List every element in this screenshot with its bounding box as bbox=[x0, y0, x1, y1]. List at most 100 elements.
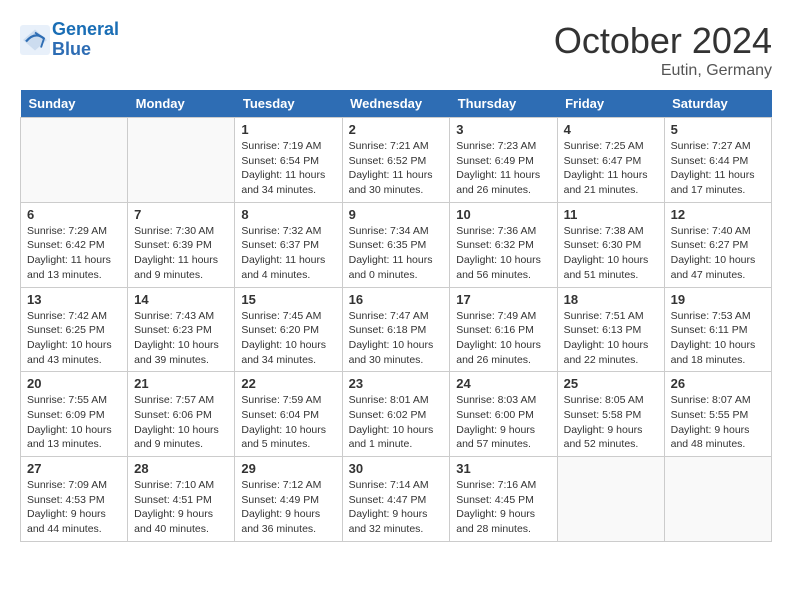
day-info: Sunrise: 7:30 AMSunset: 6:39 PMDaylight:… bbox=[134, 224, 228, 283]
calendar-cell: 20 Sunrise: 7:55 AMSunset: 6:09 PMDayligh… bbox=[21, 372, 128, 457]
day-number: 26 bbox=[671, 376, 765, 391]
calendar-cell: 10 Sunrise: 7:36 AMSunset: 6:32 PMDayligh… bbox=[450, 202, 557, 287]
weekday-header: Friday bbox=[557, 90, 664, 118]
day-info: Sunrise: 7:49 AMSunset: 6:16 PMDaylight:… bbox=[456, 309, 550, 368]
calendar-cell: 1 Sunrise: 7:19 AMSunset: 6:54 PMDaylight… bbox=[235, 118, 342, 203]
day-number: 7 bbox=[134, 207, 228, 222]
day-number: 4 bbox=[564, 122, 658, 137]
day-number: 17 bbox=[456, 292, 550, 307]
month-title: October 2024 bbox=[554, 20, 772, 62]
calendar-cell: 31 Sunrise: 7:16 AMSunset: 4:45 PMDayligh… bbox=[450, 457, 557, 542]
calendar-week-row: 27Sunrise: 7:09 AMSunset: 4:53 PMDayligh… bbox=[21, 457, 772, 542]
calendar-cell: 2 Sunrise: 7:21 AMSunset: 6:52 PMDaylight… bbox=[342, 118, 450, 203]
weekday-header: Monday bbox=[128, 90, 235, 118]
calendar-cell: 12 Sunrise: 7:40 AMSunset: 6:27 PMDayligh… bbox=[664, 202, 771, 287]
day-info: Sunrise: 7:43 AMSunset: 6:23 PMDaylight:… bbox=[134, 309, 228, 368]
calendar-cell: 7 Sunrise: 7:30 AMSunset: 6:39 PMDaylight… bbox=[128, 202, 235, 287]
calendar-cell: 27Sunrise: 7:09 AMSunset: 4:53 PMDayligh… bbox=[21, 457, 128, 542]
calendar-cell: 13 Sunrise: 7:42 AMSunset: 6:25 PMDayligh… bbox=[21, 287, 128, 372]
calendar-week-row: 6Sunrise: 7:29 AMSunset: 6:42 PMDaylight… bbox=[21, 202, 772, 287]
logo-general: General bbox=[52, 19, 119, 39]
day-number: 13 bbox=[27, 292, 121, 307]
weekday-header: Thursday bbox=[450, 90, 557, 118]
day-number: 20 bbox=[27, 376, 121, 391]
day-number: 23 bbox=[349, 376, 444, 391]
day-number: 12 bbox=[671, 207, 765, 222]
calendar-cell: 11 Sunrise: 7:38 AMSunset: 6:30 PMDayligh… bbox=[557, 202, 664, 287]
day-info: Sunrise: 7:12 AMSunset: 4:49 PMDaylight:… bbox=[241, 478, 335, 537]
day-info: Sunrise: 7:23 AMSunset: 6:49 PMDaylight:… bbox=[456, 139, 550, 198]
calendar-cell: 6Sunrise: 7:29 AMSunset: 6:42 PMDaylight… bbox=[21, 202, 128, 287]
day-info: Sunrise: 7:55 AMSunset: 6:09 PMDaylight:… bbox=[27, 393, 121, 452]
calendar-cell: 18 Sunrise: 7:51 AMSunset: 6:13 PMDayligh… bbox=[557, 287, 664, 372]
calendar-cell: 3 Sunrise: 7:23 AMSunset: 6:49 PMDaylight… bbox=[450, 118, 557, 203]
weekday-header: Tuesday bbox=[235, 90, 342, 118]
day-info: Sunrise: 7:10 AMSunset: 4:51 PMDaylight:… bbox=[134, 478, 228, 537]
day-info: Sunrise: 8:07 AMSunset: 5:55 PMDaylight:… bbox=[671, 393, 765, 452]
calendar-cell: 4 Sunrise: 7:25 AMSunset: 6:47 PMDaylight… bbox=[557, 118, 664, 203]
calendar-cell bbox=[128, 118, 235, 203]
day-info: Sunrise: 8:01 AMSunset: 6:02 PMDaylight:… bbox=[349, 393, 444, 452]
page-header: General Blue October 2024 Eutin, Germany bbox=[20, 20, 772, 80]
day-info: Sunrise: 7:09 AMSunset: 4:53 PMDaylight:… bbox=[27, 478, 121, 537]
calendar-cell: 28 Sunrise: 7:10 AMSunset: 4:51 PMDayligh… bbox=[128, 457, 235, 542]
day-info: Sunrise: 7:36 AMSunset: 6:32 PMDaylight:… bbox=[456, 224, 550, 283]
weekday-header: Wednesday bbox=[342, 90, 450, 118]
day-info: Sunrise: 7:45 AMSunset: 6:20 PMDaylight:… bbox=[241, 309, 335, 368]
day-number: 10 bbox=[456, 207, 550, 222]
day-info: Sunrise: 7:53 AMSunset: 6:11 PMDaylight:… bbox=[671, 309, 765, 368]
day-number: 18 bbox=[564, 292, 658, 307]
day-number: 30 bbox=[349, 461, 444, 476]
calendar-cell: 9 Sunrise: 7:34 AMSunset: 6:35 PMDaylight… bbox=[342, 202, 450, 287]
day-number: 9 bbox=[349, 207, 444, 222]
day-number: 3 bbox=[456, 122, 550, 137]
calendar-table: SundayMondayTuesdayWednesdayThursdayFrid… bbox=[20, 90, 772, 542]
location-title: Eutin, Germany bbox=[554, 62, 772, 80]
logo: General Blue bbox=[20, 20, 119, 60]
calendar-cell: 30 Sunrise: 7:14 AMSunset: 4:47 PMDayligh… bbox=[342, 457, 450, 542]
day-number: 19 bbox=[671, 292, 765, 307]
logo-blue: Blue bbox=[52, 39, 91, 59]
calendar-cell: 8Sunrise: 7:32 AMSunset: 6:37 PMDaylight… bbox=[235, 202, 342, 287]
calendar-cell: 22Sunrise: 7:59 AMSunset: 6:04 PMDayligh… bbox=[235, 372, 342, 457]
day-number: 31 bbox=[456, 461, 550, 476]
day-info: Sunrise: 7:27 AMSunset: 6:44 PMDaylight:… bbox=[671, 139, 765, 198]
day-info: Sunrise: 7:14 AMSunset: 4:47 PMDaylight:… bbox=[349, 478, 444, 537]
day-number: 25 bbox=[564, 376, 658, 391]
day-number: 11 bbox=[564, 207, 658, 222]
day-info: Sunrise: 7:38 AMSunset: 6:30 PMDaylight:… bbox=[564, 224, 658, 283]
day-number: 28 bbox=[134, 461, 228, 476]
calendar-cell: 14 Sunrise: 7:43 AMSunset: 6:23 PMDayligh… bbox=[128, 287, 235, 372]
weekday-header-row: SundayMondayTuesdayWednesdayThursdayFrid… bbox=[21, 90, 772, 118]
day-number: 16 bbox=[349, 292, 444, 307]
day-number: 14 bbox=[134, 292, 228, 307]
day-info: Sunrise: 7:57 AMSunset: 6:06 PMDaylight:… bbox=[134, 393, 228, 452]
calendar-cell bbox=[21, 118, 128, 203]
day-info: Sunrise: 7:29 AMSunset: 6:42 PMDaylight:… bbox=[27, 224, 121, 283]
day-info: Sunrise: 7:19 AMSunset: 6:54 PMDaylight:… bbox=[241, 139, 335, 198]
day-info: Sunrise: 7:42 AMSunset: 6:25 PMDaylight:… bbox=[27, 309, 121, 368]
day-info: Sunrise: 7:25 AMSunset: 6:47 PMDaylight:… bbox=[564, 139, 658, 198]
calendar-week-row: 1 Sunrise: 7:19 AMSunset: 6:54 PMDaylight… bbox=[21, 118, 772, 203]
calendar-week-row: 20 Sunrise: 7:55 AMSunset: 6:09 PMDayligh… bbox=[21, 372, 772, 457]
day-number: 2 bbox=[349, 122, 444, 137]
day-number: 5 bbox=[671, 122, 765, 137]
day-number: 29 bbox=[241, 461, 335, 476]
day-info: Sunrise: 7:34 AMSunset: 6:35 PMDaylight:… bbox=[349, 224, 444, 283]
day-info: Sunrise: 7:21 AMSunset: 6:52 PMDaylight:… bbox=[349, 139, 444, 198]
logo-icon bbox=[20, 25, 50, 55]
calendar-cell: 17 Sunrise: 7:49 AMSunset: 6:16 PMDayligh… bbox=[450, 287, 557, 372]
day-info: Sunrise: 8:03 AMSunset: 6:00 PMDaylight:… bbox=[456, 393, 550, 452]
calendar-cell bbox=[557, 457, 664, 542]
calendar-cell: 21Sunrise: 7:57 AMSunset: 6:06 PMDayligh… bbox=[128, 372, 235, 457]
calendar-week-row: 13 Sunrise: 7:42 AMSunset: 6:25 PMDayligh… bbox=[21, 287, 772, 372]
calendar-cell bbox=[664, 457, 771, 542]
day-info: Sunrise: 7:16 AMSunset: 4:45 PMDaylight:… bbox=[456, 478, 550, 537]
weekday-header: Sunday bbox=[21, 90, 128, 118]
day-info: Sunrise: 7:51 AMSunset: 6:13 PMDaylight:… bbox=[564, 309, 658, 368]
day-number: 1 bbox=[241, 122, 335, 137]
calendar-cell: 16 Sunrise: 7:47 AMSunset: 6:18 PMDayligh… bbox=[342, 287, 450, 372]
day-info: Sunrise: 8:05 AMSunset: 5:58 PMDaylight:… bbox=[564, 393, 658, 452]
day-info: Sunrise: 7:40 AMSunset: 6:27 PMDaylight:… bbox=[671, 224, 765, 283]
day-info: Sunrise: 7:47 AMSunset: 6:18 PMDaylight:… bbox=[349, 309, 444, 368]
